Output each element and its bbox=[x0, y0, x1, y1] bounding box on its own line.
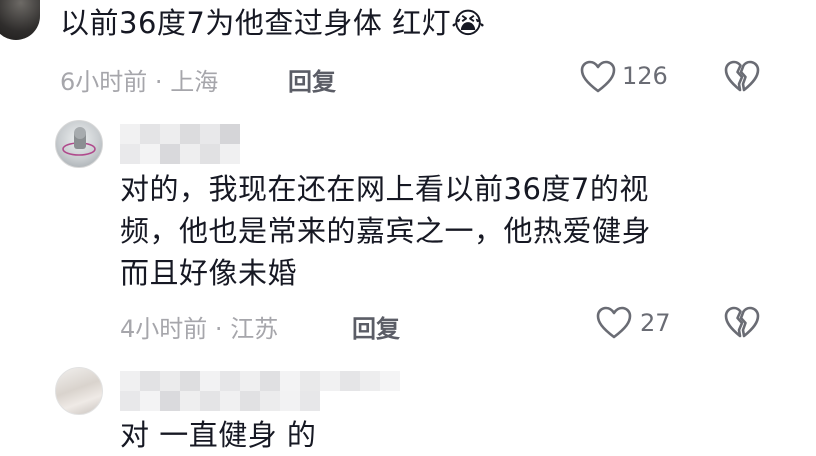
like-count: 27 bbox=[640, 309, 671, 337]
broken-heart-icon[interactable] bbox=[724, 60, 760, 94]
username-blurred bbox=[120, 371, 400, 391]
comment-line: 而且好像未婚 bbox=[120, 256, 298, 290]
comment-text: 对的，我现在还在网上看以前36度7的视 频，他也是常来的嘉宾之一，他热爱健身 而… bbox=[120, 168, 760, 294]
separator: · bbox=[214, 315, 223, 343]
comment-text: 对 一直健身 的 bbox=[120, 418, 317, 452]
avatar-image bbox=[62, 127, 96, 156]
username-blurred bbox=[120, 124, 240, 144]
comment-meta: 4小时前 · 江苏 bbox=[120, 309, 278, 344]
comment-location: 上海 bbox=[170, 68, 219, 96]
broken-heart-icon[interactable] bbox=[724, 306, 760, 340]
heart-outline-icon[interactable] bbox=[596, 306, 632, 340]
avatar[interactable] bbox=[0, 0, 40, 40]
comment-time: 4小时前 bbox=[120, 315, 208, 343]
comment-line: 频，他也是常来的嘉宾之一，他热爱健身 bbox=[120, 214, 652, 248]
comment-time: 6小时前 bbox=[60, 68, 148, 96]
comment-text: 以前36度7为他查过身体 红灯😭 bbox=[60, 6, 486, 40]
comment-location: 江苏 bbox=[230, 315, 279, 343]
separator: · bbox=[154, 68, 163, 96]
username-blurred-row bbox=[120, 391, 320, 411]
comment-meta: 6小时前 · 上海 bbox=[60, 62, 218, 97]
username-blurred-row bbox=[120, 144, 240, 164]
reply-button[interactable]: 回复 bbox=[288, 62, 336, 97]
comment-line: 对的，我现在还在网上看以前36度7的视 bbox=[120, 172, 649, 206]
like-count: 126 bbox=[622, 62, 668, 90]
reply-button[interactable]: 回复 bbox=[352, 309, 400, 344]
avatar[interactable] bbox=[55, 367, 103, 415]
heart-outline-icon[interactable] bbox=[580, 60, 616, 94]
avatar[interactable] bbox=[55, 120, 103, 168]
